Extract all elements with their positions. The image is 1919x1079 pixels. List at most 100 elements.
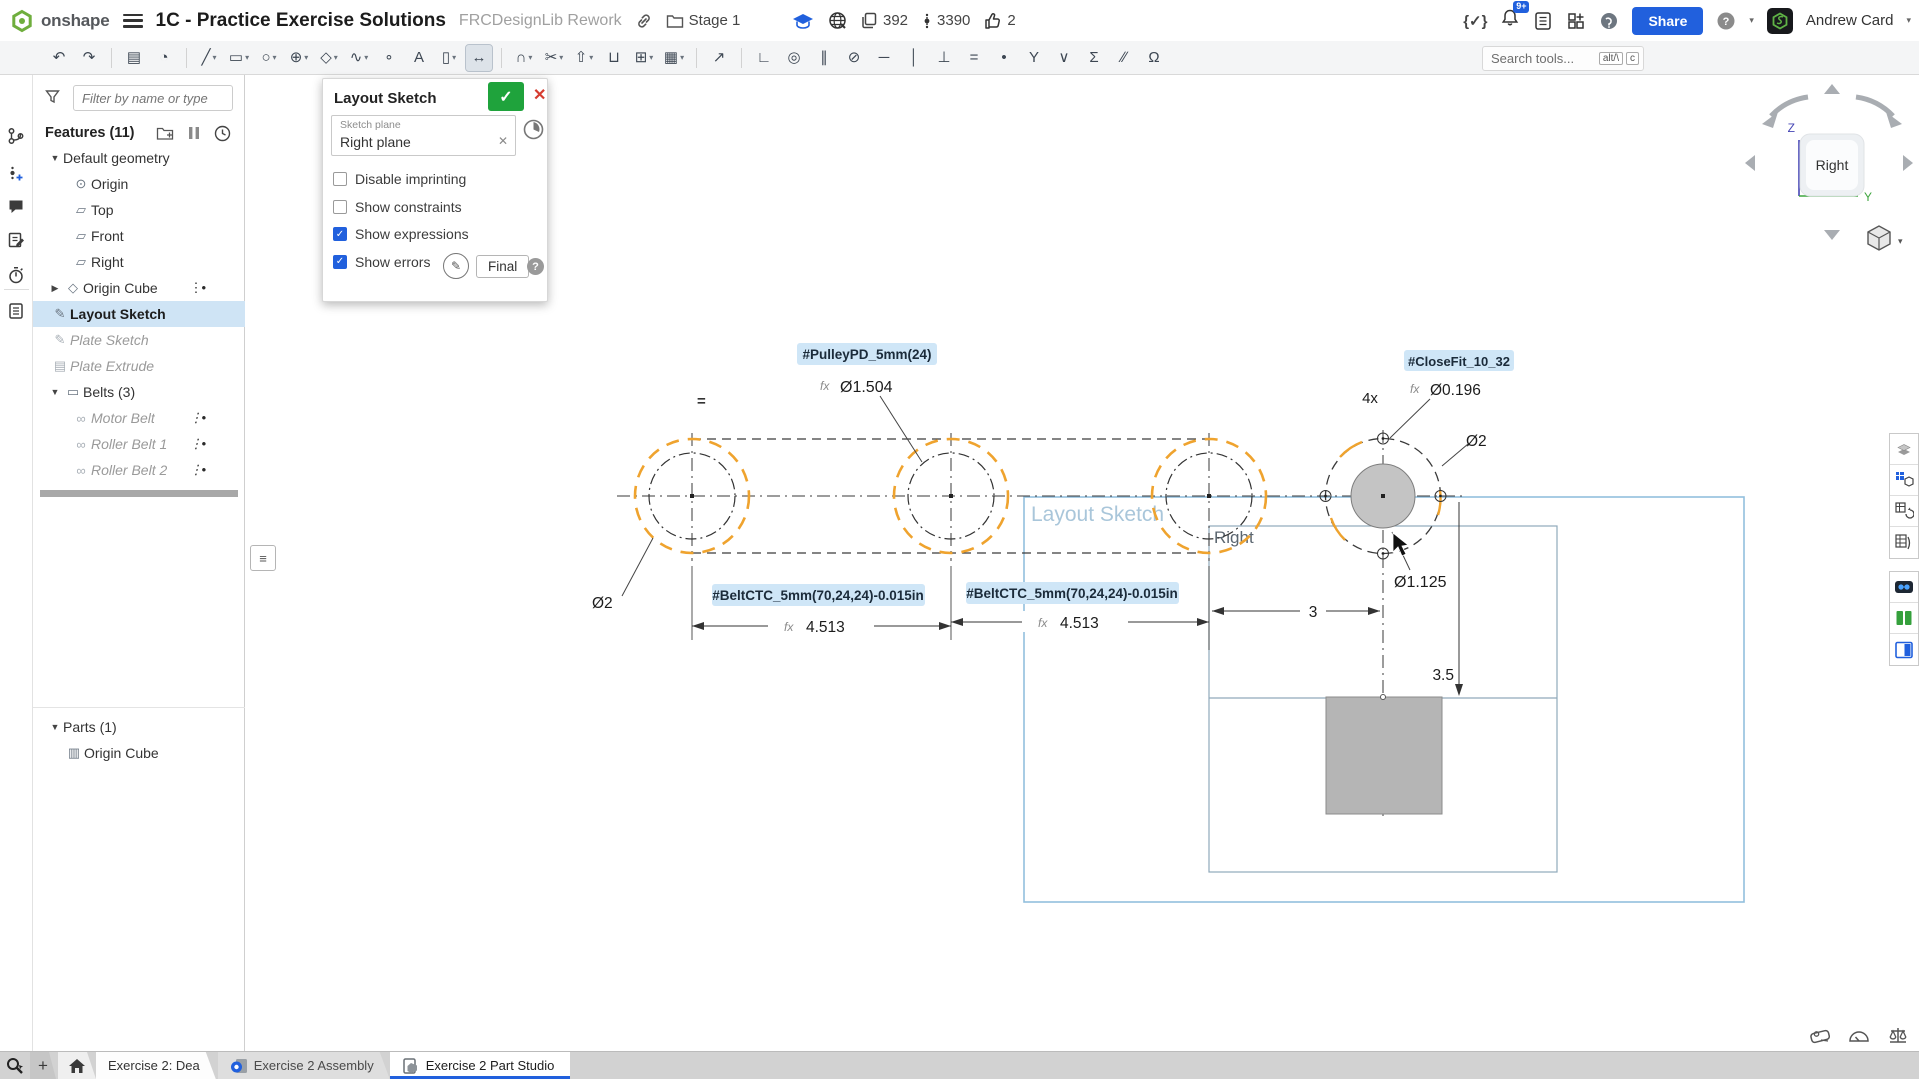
feature-row-plate-sketch[interactable]: ✎Plate Sketch (33, 327, 245, 353)
tools-search-input[interactable]: Search tools... alt/\ c (1482, 46, 1644, 71)
chevron-down-icon[interactable]: ▼ (47, 153, 63, 163)
tool-caret-icon[interactable]: ▾ (273, 53, 277, 62)
closefit-expression[interactable]: #CloseFit_10_32 fx Ø0.196 4x (1362, 350, 1514, 407)
belt1-expression[interactable]: #BeltCTC_5mm(70,24,24)-0.015in (712, 584, 925, 606)
chevron-right-icon[interactable]: ▶ (47, 283, 63, 294)
tool-caret-icon[interactable]: ▾ (589, 53, 593, 62)
measure-length-icon[interactable] (1808, 1024, 1832, 1048)
option-show-errors[interactable]: ✓Show errors (333, 254, 430, 270)
symmetric-constraint-icon[interactable]: Y (1021, 45, 1047, 71)
perpendicular-constraint-icon[interactable]: ⊥ (931, 45, 957, 71)
comments-icon[interactable] (7, 198, 27, 218)
history-clock-icon[interactable] (214, 125, 231, 142)
tasks-icon[interactable] (1533, 11, 1553, 31)
user-caret-icon[interactable]: ▾ (1906, 15, 1911, 26)
feature-row-right[interactable]: ▱Right (33, 249, 245, 275)
sheet-icon[interactable]: ▤ (121, 45, 147, 71)
user-name[interactable]: Andrew Card (1806, 12, 1894, 29)
dimension-height[interactable]: 3.5 (1432, 502, 1463, 696)
suppress-rollback-icon[interactable] (188, 126, 200, 140)
feature-row-motor-belt[interactable]: ∞Motor Belt⋮• (33, 405, 245, 431)
checkbox-checked-icon[interactable]: ✓ (333, 255, 347, 269)
mate-connector-dots-icon[interactable]: ⋮• (189, 462, 205, 478)
feature-row-belts-3-[interactable]: ▼▭Belts (3) (33, 379, 245, 405)
library-green-panel-icon[interactable] (1890, 603, 1918, 634)
undo-icon[interactable]: ↶ (46, 45, 72, 71)
pierce-constraint-icon[interactable]: Σ (1081, 45, 1107, 71)
tool-caret-icon[interactable]: ▾ (245, 53, 249, 62)
feature-row-roller-belt-1[interactable]: ∞Roller Belt 1⋮• (33, 431, 245, 457)
normal-constraint-icon[interactable]: ∨ (1051, 45, 1077, 71)
spline-tool-icon[interactable]: ∿▾ (346, 45, 372, 71)
sketch-canvas[interactable]: Layout Sketch Right (0, 0, 1919, 1079)
mass-properties-icon[interactable] (1886, 1024, 1910, 1048)
public-globe-icon[interactable] (828, 11, 847, 30)
mate-connector-dots-icon[interactable]: ⋮• (189, 436, 205, 452)
horizontal-constraint-icon[interactable]: ─ (871, 45, 897, 71)
equal-constraint-icon[interactable]: = (961, 45, 987, 71)
tab-search-icon[interactable] (0, 1052, 30, 1079)
option-show-expressions[interactable]: ✓Show expressions (333, 226, 469, 242)
feature-list-scrollbar[interactable] (40, 490, 238, 497)
sketch-plane-field[interactable]: Sketch plane Right plane ✕ (331, 115, 516, 156)
checkbox-unchecked-icon[interactable] (333, 200, 347, 214)
dimension-belt2[interactable]: fx 4.513 (951, 611, 1209, 632)
feature-filter-input[interactable] (73, 85, 233, 111)
cutlist-icon[interactable] (7, 302, 27, 322)
view-cube[interactable]: Z Y Right ▾ (1745, 84, 1913, 250)
vertical-constraint-icon[interactable]: │ (901, 45, 927, 71)
insert-dxf-tool-icon[interactable]: ▦▾ (661, 45, 687, 71)
home-tab-button[interactable] (58, 1052, 96, 1079)
feature-row-front[interactable]: ▱Front (33, 223, 245, 249)
chevron-down-icon[interactable]: ▼ (47, 387, 63, 397)
view-options-icon[interactable]: ▾ (1868, 226, 1903, 250)
fix-constraint-icon[interactable]: ∕∕ (1111, 45, 1137, 71)
rectangle-tool-icon[interactable]: ▭▾ (226, 45, 252, 71)
viewcube-face-label[interactable]: Right (1816, 157, 1849, 173)
text-tool-icon[interactable]: A (406, 45, 432, 71)
tool-caret-icon[interactable]: ▾ (304, 53, 308, 62)
rotate-up-arrow[interactable] (1824, 84, 1840, 94)
help-caret-icon[interactable]: ▾ (1749, 15, 1754, 26)
dialog-help-icon[interactable]: ? (527, 258, 544, 275)
polygon-tool-icon[interactable]: ◇▾ (316, 45, 342, 71)
config-table-panel-icon[interactable] (1890, 496, 1918, 527)
center-circle-tool-icon[interactable]: ⊕▾ (286, 45, 312, 71)
tangent-constraint-icon[interactable]: ⊘ (841, 45, 867, 71)
checkbox-unchecked-icon[interactable] (333, 172, 347, 186)
tool-caret-icon[interactable]: ▾ (680, 53, 684, 62)
mate-connector-dots-icon[interactable]: ⋮• (189, 280, 205, 296)
tool-caret-icon[interactable]: ▾ (452, 53, 456, 62)
feature-row-origin[interactable]: ⊙Origin (33, 171, 245, 197)
notes-icon[interactable] (7, 231, 27, 251)
block-region[interactable] (1326, 697, 1442, 814)
folder-location[interactable]: Stage 1 (666, 12, 741, 29)
midpoint-constraint-icon[interactable]: • (991, 45, 1017, 71)
sketch-settings-button[interactable]: ✎ (443, 253, 469, 279)
point-tool-icon[interactable]: ∘ (376, 45, 402, 71)
concentric-constraint-icon[interactable]: ◎ (781, 45, 807, 71)
appearance-panel-icon[interactable] (1890, 434, 1918, 465)
dimension-spacing[interactable]: 3 (1212, 601, 1380, 621)
tool-caret-icon[interactable]: ▾ (649, 53, 653, 62)
main-menu-icon[interactable] (123, 14, 143, 28)
tool-caret-icon[interactable]: ▾ (213, 53, 217, 62)
parallel-constraint-icon[interactable]: ∥ (811, 45, 837, 71)
feature-table-panel-icon[interactable] (1890, 527, 1918, 558)
circle-tool-icon[interactable]: ○▾ (256, 45, 282, 71)
option-show-constraints[interactable]: Show constraints (333, 199, 462, 215)
part-item[interactable]: ▥ Origin Cube (33, 740, 245, 766)
tab-exercise2-dea[interactable]: Exercise 2: Dea (96, 1052, 216, 1079)
coincident-constraint-icon[interactable]: ∟ (751, 45, 777, 71)
notifications-button[interactable]: 9+ (1500, 8, 1520, 33)
likes-stat[interactable]: 2 (984, 12, 1015, 30)
onshape-logo[interactable]: onshape (10, 9, 110, 33)
imprint-icon[interactable]: ◔ (151, 45, 177, 71)
assistant-icon[interactable] (1599, 11, 1619, 31)
od-left-label[interactable]: Ø2 (592, 595, 613, 612)
od-right-label[interactable]: Ø2 (1466, 433, 1487, 450)
bore-dia-label[interactable]: Ø1.125 (1394, 574, 1447, 591)
dialog-accept-button[interactable]: ✓ (488, 82, 524, 111)
final-button[interactable]: Final (476, 255, 529, 278)
dimension-tool-icon[interactable]: ↔ (466, 45, 492, 71)
